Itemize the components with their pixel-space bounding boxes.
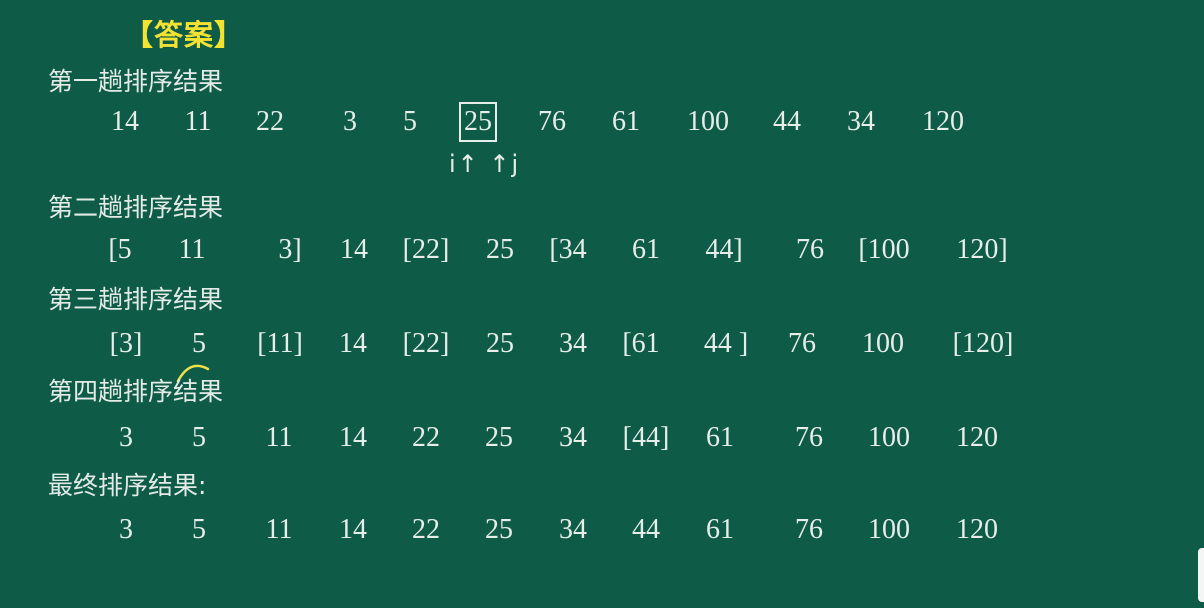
- pass-2-value: 61: [632, 234, 660, 265]
- pass-3-heading: 第三趟排序结果: [48, 285, 224, 314]
- final-value: 3: [119, 514, 133, 545]
- final-value: 11: [265, 514, 293, 545]
- final-value: 76: [795, 514, 823, 545]
- pass-4-value: [44]: [622, 422, 670, 453]
- pass-2-value: [5: [108, 234, 132, 265]
- pass-1-value: 5: [403, 106, 417, 137]
- pass-1-value: 61: [612, 106, 640, 137]
- pass-2-value: [100: [858, 234, 910, 265]
- pass-1-heading: 第一趟排序结果: [48, 67, 224, 96]
- pass-4-value: 3: [119, 422, 133, 453]
- final-row: 3 5 11 14 22 25 34 44 61 76 100 120: [0, 510, 1204, 550]
- pass-1-row: 14 11 22 3 5 25 76 61 100 44 34 120: [0, 102, 1204, 142]
- i-j-pointer-label: i↑ ↑j: [449, 150, 521, 178]
- final-value: 120: [956, 514, 998, 545]
- final-value: 100: [868, 514, 910, 545]
- pass-4-value: 61: [706, 422, 734, 453]
- pass-4-value: 76: [795, 422, 823, 453]
- pass-3-row: [3] 5 [11] 14 [22] 25 34 [61 44 ] 76 100…: [0, 324, 1204, 364]
- pass-1-value: 11: [184, 106, 212, 137]
- pass-2-value: 11: [178, 234, 206, 265]
- pass-1-value: 100: [687, 106, 729, 137]
- pass-4-heading: 第四趟排序结果: [48, 377, 224, 406]
- pass-3-value: [120]: [952, 328, 1014, 359]
- pass-1-value: 44: [773, 106, 801, 137]
- pass-1-value: 34: [847, 106, 875, 137]
- pass-3-value: [61: [622, 328, 660, 359]
- pass-2-value: 120]: [956, 234, 1008, 265]
- final-value: 22: [412, 514, 440, 545]
- pass-2-value: 3]: [278, 234, 302, 265]
- final-value: 34: [559, 514, 587, 545]
- pass-1-value: 3: [343, 106, 357, 137]
- pass-3-value: [11]: [257, 328, 303, 359]
- pass-2-value: 14: [340, 234, 368, 265]
- pass-2-value: 44]: [705, 234, 743, 265]
- final-value: 5: [192, 514, 206, 545]
- pass-3-value: 14: [339, 328, 367, 359]
- answer-label: 【答案】: [124, 18, 245, 52]
- pass-3-value: [22]: [402, 328, 450, 359]
- pass-3-value: 76: [788, 328, 816, 359]
- pass-4-value: 100: [868, 422, 910, 453]
- pass-3-value: [3]: [109, 328, 143, 359]
- pass-4-value: 22: [412, 422, 440, 453]
- pass-2-value: 76: [796, 234, 824, 265]
- pass-4-value: 14: [339, 422, 367, 453]
- pass-2-value: 25: [486, 234, 514, 265]
- pass-4-value: 25: [485, 422, 513, 453]
- final-value: 61: [706, 514, 734, 545]
- final-value: 44: [632, 514, 660, 545]
- pass-4-value: 5: [192, 422, 206, 453]
- pass-1-value: 120: [922, 106, 964, 137]
- pass-3-value: 5: [192, 328, 206, 359]
- pass-3-value: 100: [862, 328, 904, 359]
- final-heading: 最终排序结果:: [48, 471, 207, 500]
- pass-4-row: 3 5 11 14 22 25 34 [44] 61 76 100 120: [0, 418, 1204, 458]
- pass-1-value: 14: [111, 106, 139, 137]
- final-value: 25: [485, 514, 513, 545]
- pass-2-value: [22]: [402, 234, 450, 265]
- pass-3-value: 34: [559, 328, 587, 359]
- pass-4-value: 11: [265, 422, 293, 453]
- pass-1-value: 22: [256, 106, 284, 137]
- pass-1-value: 76: [538, 106, 566, 137]
- pass-3-value: 25: [486, 328, 514, 359]
- pass-4-value: 120: [956, 422, 998, 453]
- pass-2-row: [5 11 3] 14 [22] 25 [34 61 44] 76 [100 1…: [0, 230, 1204, 270]
- final-value: 14: [339, 514, 367, 545]
- pass-2-heading: 第二趟排序结果: [48, 193, 224, 222]
- pass-3-value: 44 ]: [703, 328, 749, 359]
- pass-2-value: [34: [549, 234, 587, 265]
- screen-edge-tab: [1198, 548, 1204, 602]
- pivot-boxed-value: 25: [459, 102, 497, 142]
- pass-4-value: 34: [559, 422, 587, 453]
